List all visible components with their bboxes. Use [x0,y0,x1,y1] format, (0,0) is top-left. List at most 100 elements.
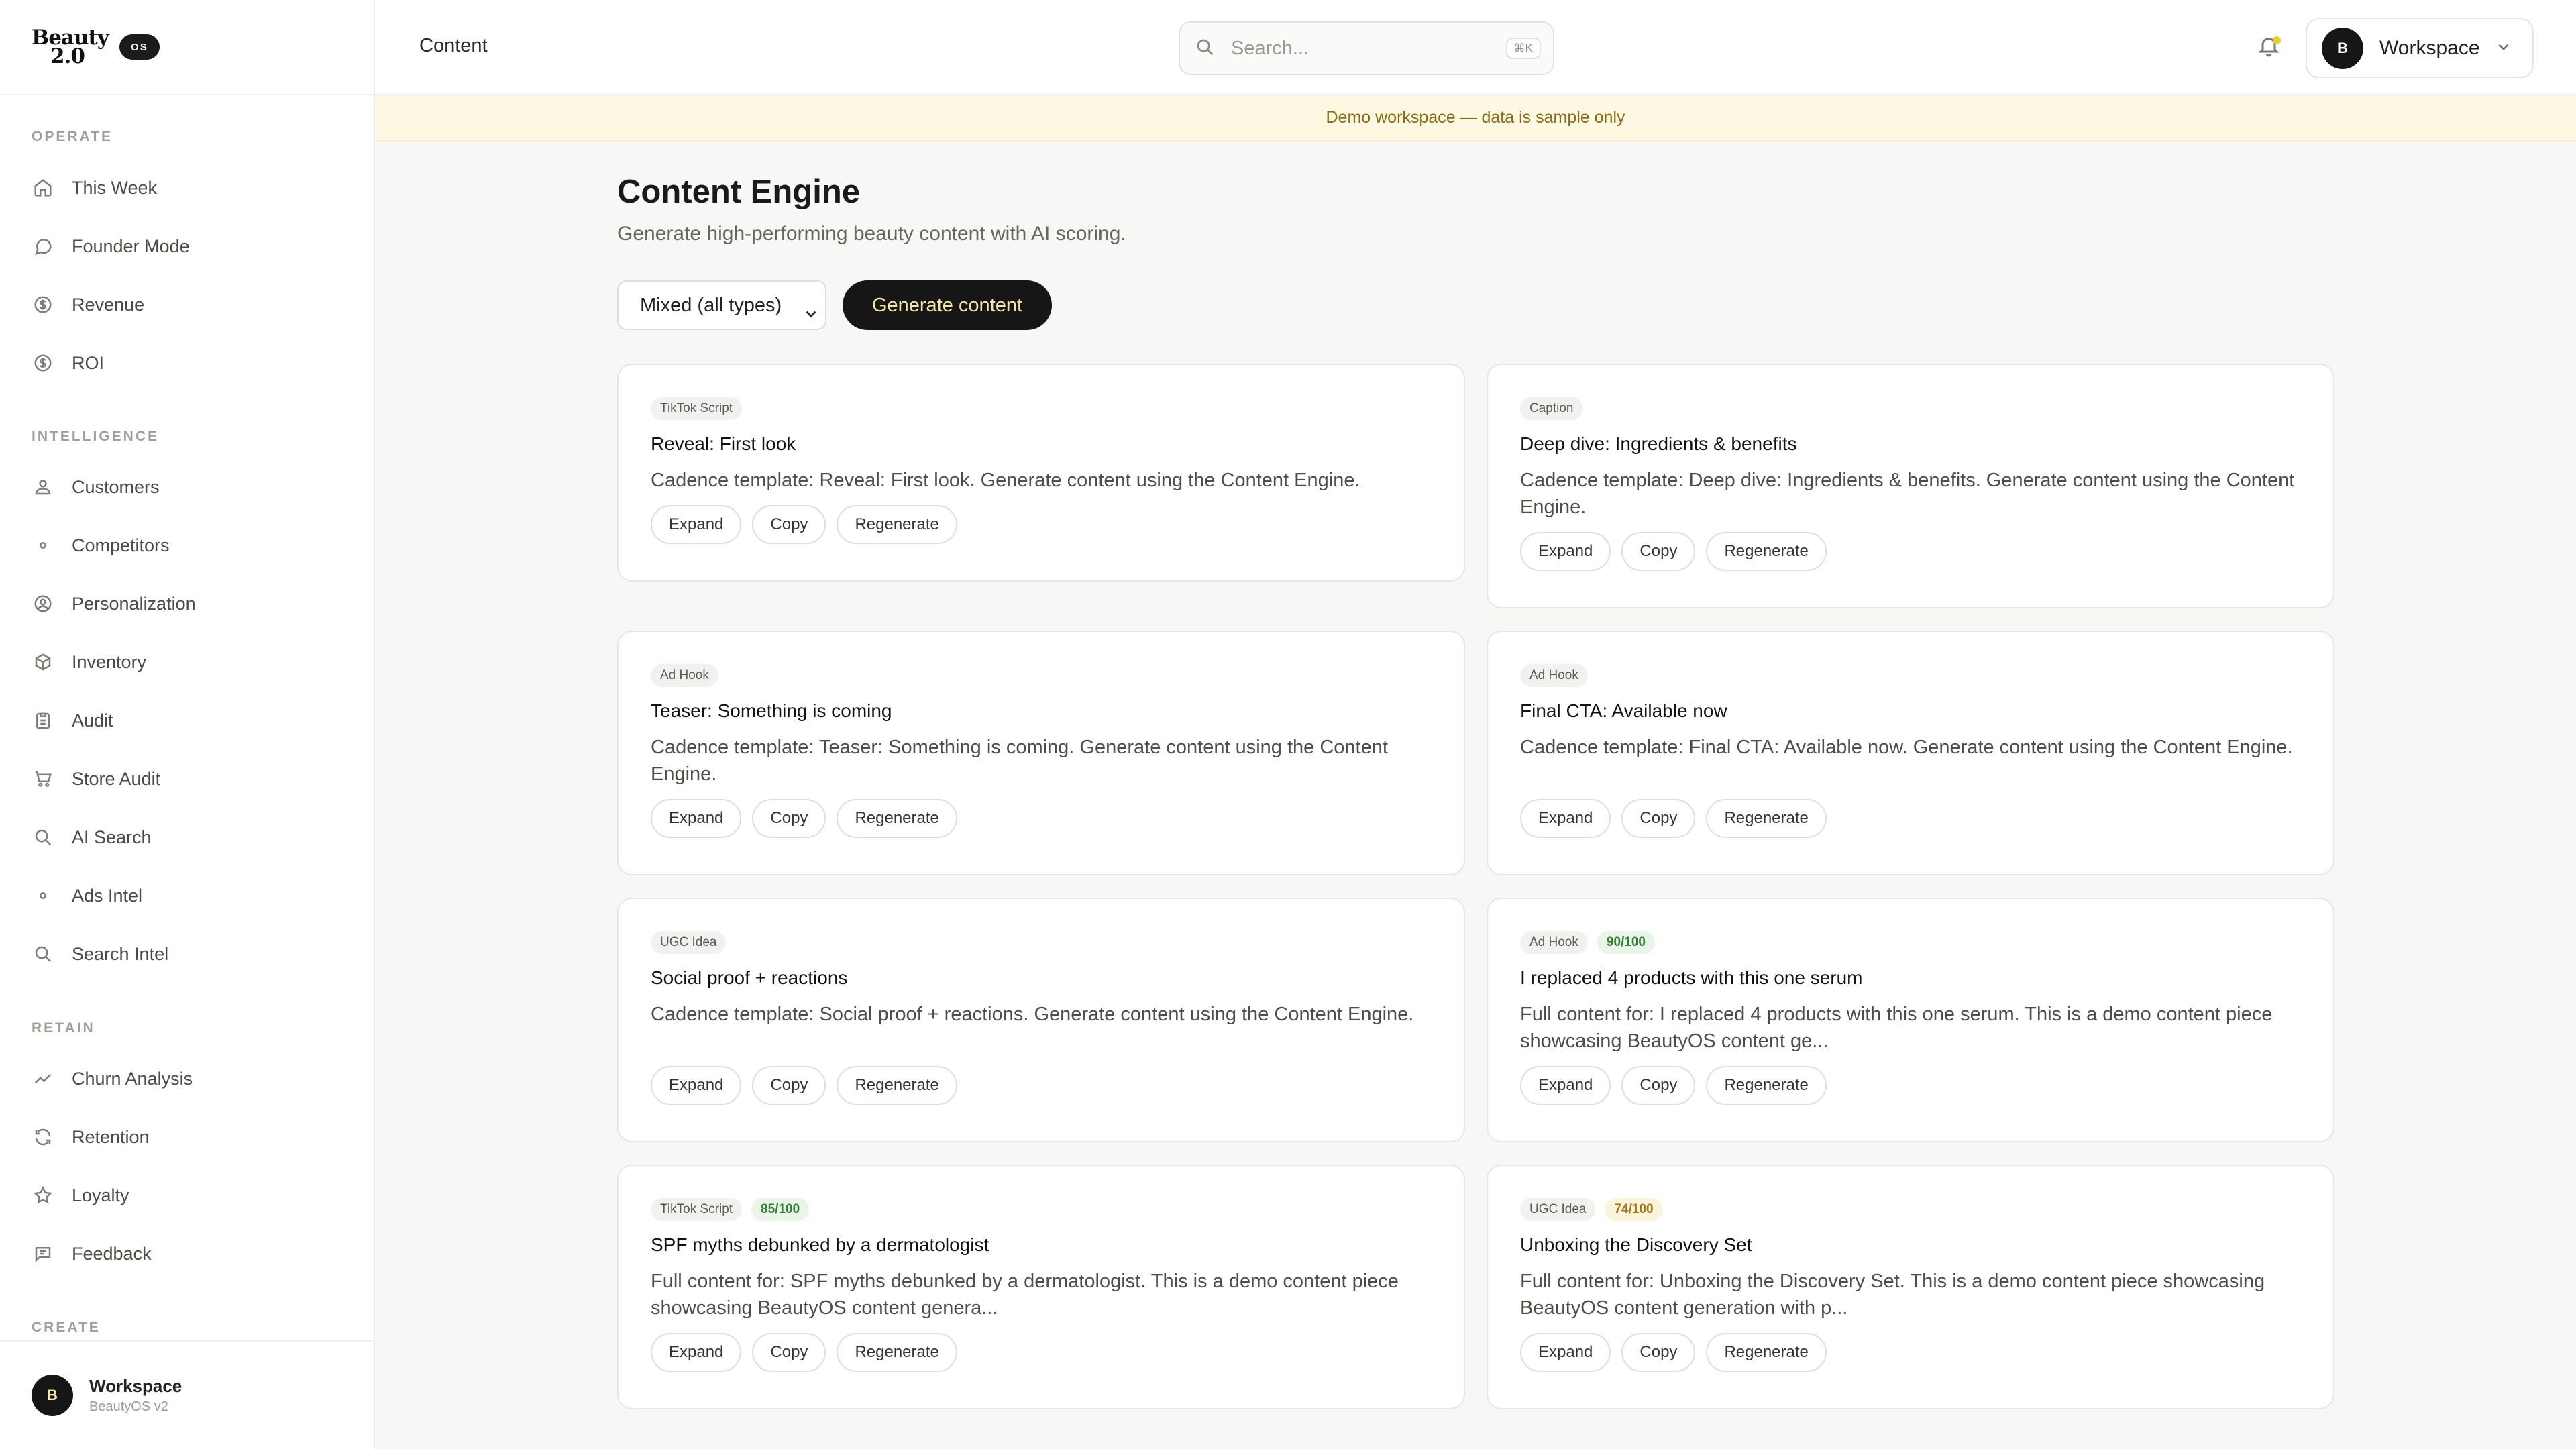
workspace-switcher[interactable]: B Workspace [2306,18,2534,78]
card-actions: Expand Copy Regenerate [1520,532,1837,571]
sidebar-item-this-week[interactable]: This Week [32,168,157,208]
card-description: Cadence template: Teaser: Something is c… [651,737,1388,785]
page-title: Content Engine [617,174,861,210]
brand[interactable]: Beauty 2.0 OS [0,0,374,95]
regenerate-button[interactable]: Regenerate [1706,1333,1827,1372]
copy-button[interactable]: Copy [1621,1066,1696,1105]
card-description: Cadence template: Social proof + reactio… [651,1004,1414,1025]
card-tags: TikTok Script 85/100 [651,1198,810,1221]
card-title: Reveal: First look [651,433,796,454]
card-description: Full content for: I replaced 4 products … [1520,1004,2273,1052]
score-badge: 74/100 [1605,1198,1663,1221]
sidebar: Beauty 2.0 OS OPERATE This Week Founder … [0,0,375,1449]
expand-button[interactable]: Expand [1520,1333,1611,1372]
sidebar-item-churn-analysis[interactable]: Churn Analysis [32,1059,193,1099]
search-icon [32,826,54,849]
card-actions: Expand Copy Regenerate [1520,1066,1837,1105]
content-type-tag: Ad Hook [1520,931,1588,954]
section-label-intelligence: INTELLIGENCE [32,429,160,444]
sidebar-item-personalization[interactable]: Personalization [32,584,196,624]
user-circle-icon [32,592,54,615]
sidebar-item-ai-search[interactable]: AI Search [32,817,152,857]
content-type-tag: TikTok Script [651,1198,743,1221]
copy-button[interactable]: Copy [752,1333,826,1372]
card-description: Cadence template: Final CTA: Available n… [1520,737,2293,758]
clipboard-icon [32,709,54,732]
content-card: UGC Idea 74/100 Unboxing the Discovery S… [1487,1165,2334,1409]
sidebar-item-competitors[interactable]: Competitors [32,525,170,566]
expand-button[interactable]: Expand [1520,1066,1611,1105]
copy-button[interactable]: Copy [1621,532,1696,571]
sidebar-footer-workspace[interactable]: B Workspace BeautyOS v2 [0,1340,374,1449]
page-subtitle: Generate high-performing beauty content … [617,223,1126,245]
sidebar-item-label: Customers [72,476,160,497]
content-type-tag: Ad Hook [651,664,718,687]
sidebar-item-store-audit[interactable]: Store Audit [32,759,160,799]
sidebar-item-label: AI Search [72,826,152,847]
avatar: B [32,1375,73,1416]
content-card: TikTok Script 85/100 SPF myths debunked … [617,1165,1465,1409]
sidebar-item-audit[interactable]: Audit [32,700,113,741]
search-placeholder: Search... [1231,37,1309,59]
sidebar-item-label: Search Intel [72,943,169,964]
sidebar-item-roi[interactable]: ROI [32,343,104,383]
card-tags: Caption [1520,397,1593,420]
generate-content-button[interactable]: Generate content [843,280,1052,330]
expand-button[interactable]: Expand [651,1333,742,1372]
trend-line-icon [32,1067,54,1090]
sidebar-item-retention[interactable]: Retention [32,1117,150,1157]
content-type-tag: UGC Idea [651,931,727,954]
copy-button[interactable]: Copy [752,799,826,838]
expand-button[interactable]: Expand [651,505,742,544]
box-icon [32,651,54,674]
section-label-operate: OPERATE [32,129,113,144]
regenerate-button[interactable]: Regenerate [837,1066,957,1105]
card-actions: Expand Copy Regenerate [1520,1333,1837,1372]
content-card: UGC Idea Social proof + reactions Cadenc… [617,898,1465,1142]
sidebar-item-label: Founder Mode [72,235,190,256]
content-type-tag: Ad Hook [1520,664,1588,687]
sidebar-item-label: Store Audit [72,768,161,789]
search-icon [32,943,54,965]
card-actions: Expand Copy Regenerate [651,1333,968,1372]
expand-button[interactable]: Expand [651,1066,742,1105]
sidebar-item-loyalty[interactable]: Loyalty [32,1175,129,1216]
content-type-select[interactable]: Mixed (all types) [617,280,826,330]
regenerate-button[interactable]: Regenerate [1706,1066,1827,1105]
os-badge: OS [119,34,160,60]
dollar-circle-icon [32,293,54,316]
copy-button[interactable]: Copy [752,505,826,544]
sidebar-item-inventory[interactable]: Inventory [32,642,146,682]
sidebar-item-revenue[interactable]: Revenue [32,284,144,325]
regenerate-button[interactable]: Regenerate [1706,532,1827,571]
brand-logo: Beauty 2.0 [32,28,109,67]
sidebar-item-label: Inventory [72,651,147,672]
sidebar-item-label: Loyalty [72,1185,129,1205]
users-icon [32,476,54,498]
score-badge: 85/100 [751,1198,810,1221]
sidebar-item-search-intel[interactable]: Search Intel [32,934,168,974]
sidebar-item-feedback[interactable]: Feedback [32,1234,152,1274]
regenerate-button[interactable]: Regenerate [837,505,957,544]
copy-button[interactable]: Copy [1621,1333,1696,1372]
cart-icon [32,767,54,790]
expand-button[interactable]: Expand [1520,532,1611,571]
sidebar-item-founder-mode[interactable]: Founder Mode [32,226,190,266]
notifications-button[interactable] [2257,34,2285,62]
sidebar-item-ads-intel[interactable]: Ads Intel [32,875,142,916]
sidebar-item-label: Revenue [72,294,145,315]
card-tags: UGC Idea 74/100 [1520,1198,1663,1221]
content-card: Caption Deep dive: Ingredients & benefit… [1487,364,2334,608]
regenerate-button[interactable]: Regenerate [837,799,957,838]
expand-button[interactable]: Expand [1520,799,1611,838]
content-type-tag: Caption [1520,397,1583,420]
card-title: Teaser: Something is coming [651,700,892,721]
card-description: Full content for: SPF myths debunked by … [651,1271,1399,1319]
expand-button[interactable]: Expand [651,799,742,838]
regenerate-button[interactable]: Regenerate [1706,799,1827,838]
search-input[interactable]: Search... ⌘K [1179,21,1554,75]
sidebar-item-customers[interactable]: Customers [32,467,160,507]
regenerate-button[interactable]: Regenerate [837,1333,957,1372]
copy-button[interactable]: Copy [752,1066,826,1105]
copy-button[interactable]: Copy [1621,799,1696,838]
